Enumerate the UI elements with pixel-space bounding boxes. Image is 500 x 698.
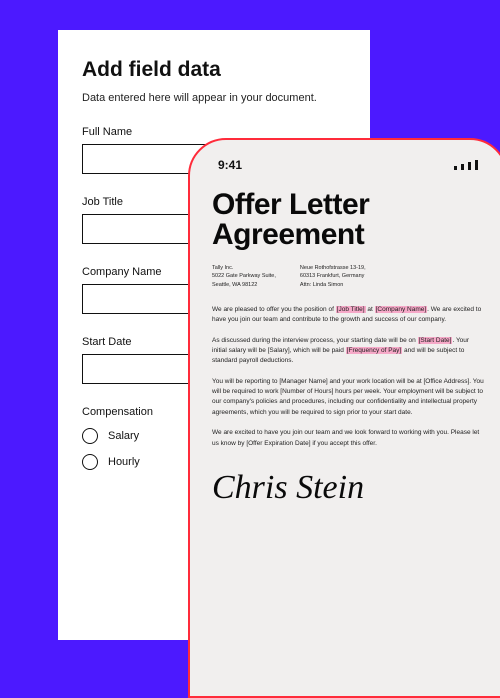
paragraph-3: You will be reporting to [Manager Name] … [212,377,484,419]
paragraph-2: As discussed during the interview proces… [212,336,484,367]
radio-salary-label: Salary [108,430,139,442]
paragraph-4: We are excited to have you join our team… [212,428,484,449]
radio-hourly-label: Hourly [108,456,140,468]
paragraph-1: We are pleased to offer you the position… [212,305,484,326]
placeholder-frequency: [Frequency of Pay] [346,347,403,354]
status-time: 9:41 [218,158,242,172]
signature: Chris Stein [212,469,484,507]
status-bar: 9:41 [212,158,484,172]
document-title-line1: Offer Letter [212,190,484,220]
placeholder-start-date: [Start Date] [418,337,453,344]
address-row: Tally Inc. 5022 Gate Parkway Suite, Seat… [212,264,484,289]
form-subtitle: Data entered here will appear in your do… [82,92,346,104]
radio-circle-icon [82,454,98,470]
sender-address: Tally Inc. 5022 Gate Parkway Suite, Seat… [212,264,276,289]
phone-preview: 9:41 Offer Letter Agreement Tally Inc. 5… [188,138,500,698]
placeholder-company-name: [Company Name] [375,306,428,313]
label-full-name: Full Name [82,126,346,138]
placeholder-job-title: [Job Title] [336,306,366,313]
radio-circle-icon [82,428,98,444]
document-title-line2: Agreement [212,220,484,250]
document-body: We are pleased to offer you the position… [212,305,484,449]
recipient-address: Neue Rothofstrasse 13-19, 60313 Frankfur… [300,264,366,289]
form-title: Add field data [82,58,346,82]
signal-icon [454,160,478,170]
document-title: Offer Letter Agreement [212,190,484,250]
